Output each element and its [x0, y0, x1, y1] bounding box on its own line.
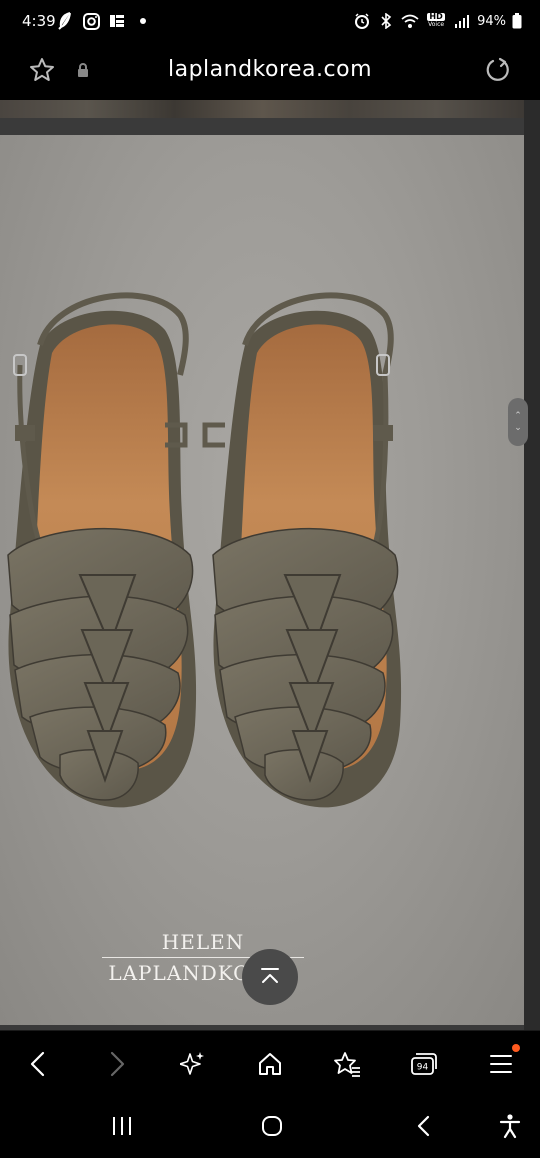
battery-percent: 94% [477, 13, 506, 29]
fast-scroll-handle[interactable]: ⌃ ⌄ [508, 398, 528, 446]
home-circle-icon[interactable] [258, 1112, 286, 1140]
tabs-icon[interactable]: 94 [408, 1048, 440, 1080]
chevron-down-icon: ⌄ [514, 423, 522, 433]
wifi-icon [401, 12, 419, 30]
product-hero-image[interactable]: HELEN LAPLANDKOREA [0, 135, 524, 1025]
signal-icon [453, 12, 471, 30]
accessibility-icon[interactable] [496, 1112, 524, 1140]
instagram-icon [82, 12, 100, 30]
browser-toolbar: 94 [0, 1030, 540, 1096]
page-gutter [524, 100, 540, 1030]
sparkle-icon[interactable] [177, 1048, 209, 1080]
feather-icon [56, 12, 74, 30]
hd-voice-icon: HD Voice [427, 12, 445, 28]
web-content[interactable]: HELEN LAPLANDKOREA ⌃ ⌄ [0, 100, 540, 1030]
news-icon [108, 12, 126, 30]
sandals-image [7, 292, 402, 808]
chevron-up-icon: ⌃ [514, 411, 522, 421]
status-time: 4:39 [22, 12, 56, 30]
dot-icon [134, 12, 152, 30]
battery-icon [512, 12, 522, 30]
url-field[interactable]: laplandkorea.com [0, 57, 540, 82]
bluetooth-icon [377, 12, 395, 30]
back-icon[interactable] [410, 1112, 438, 1140]
menu-icon[interactable] [485, 1048, 517, 1080]
tab-count: 94 [417, 1063, 429, 1073]
system-nav-bar [0, 1096, 540, 1158]
right-sandal [202, 292, 402, 808]
alarm-icon [353, 12, 371, 30]
banner-strip-image [0, 100, 524, 118]
back-icon[interactable] [22, 1048, 54, 1080]
menu-notification-badge [512, 1044, 520, 1052]
forward-icon[interactable] [101, 1048, 133, 1080]
scroll-to-top-button[interactable] [242, 949, 298, 1005]
address-bar: laplandkorea.com [0, 44, 540, 100]
arrow-to-top-icon [261, 968, 279, 983]
status-left-icons [56, 12, 152, 30]
reload-icon[interactable] [484, 56, 512, 84]
status-bar: 4:39 HD Voice 94% [0, 0, 540, 44]
left-sandal [7, 292, 197, 808]
status-right-icons: HD Voice 94% [353, 12, 522, 30]
home-icon[interactable] [254, 1048, 286, 1080]
bookmarks-icon[interactable] [331, 1048, 363, 1080]
recents-icon[interactable] [108, 1112, 136, 1140]
